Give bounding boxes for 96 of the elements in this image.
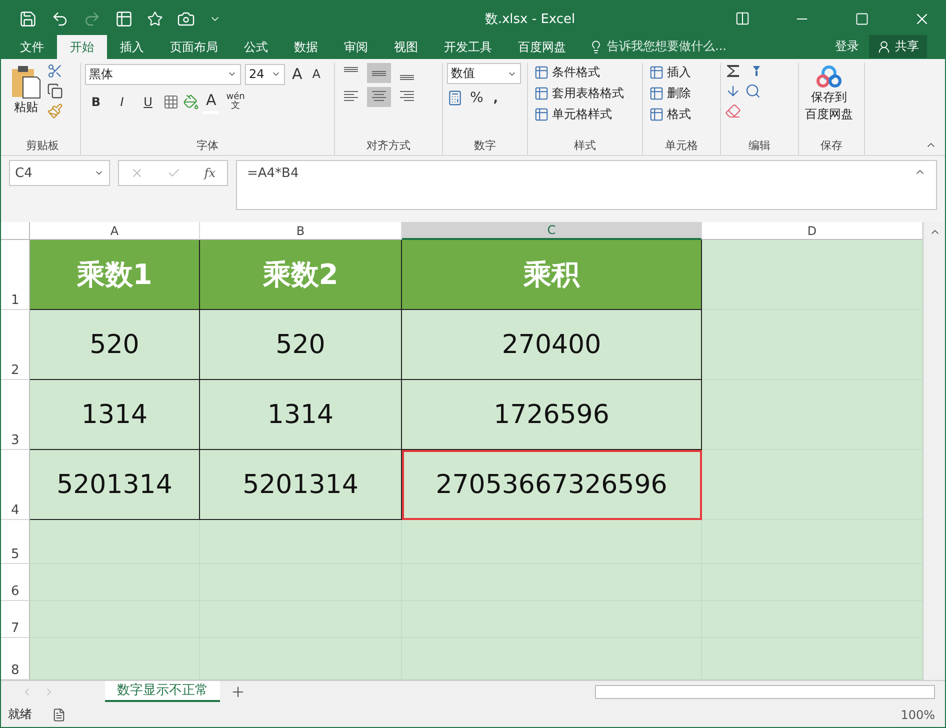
cloud-icon <box>816 65 842 89</box>
table-cell[interactable]: 5201314 <box>30 450 200 520</box>
phonetic-button[interactable]: wén 文 <box>223 90 248 112</box>
row-header[interactable]: 5 <box>1 520 30 564</box>
table-cell[interactable]: 520 <box>30 310 200 380</box>
row-header[interactable]: 7 <box>1 601 30 638</box>
name-box[interactable]: C4 <box>9 160 110 186</box>
column-header[interactable]: D <box>702 222 923 240</box>
search-icon[interactable] <box>745 83 761 99</box>
save-to-cloud-button[interactable]: 保存到 百度网盘 <box>803 63 855 138</box>
style-menu-button[interactable]: 条件格式 <box>532 63 626 82</box>
window-title: 数.xlsx - Excel <box>484 10 576 28</box>
sheet-tab[interactable]: 数字显示不正常 <box>105 681 220 702</box>
ribbon-display-icon[interactable] <box>734 11 750 26</box>
grow-font-button[interactable]: A <box>289 63 306 85</box>
row-header[interactable]: 4 <box>1 450 30 520</box>
style-menu-button[interactable]: 单元格样式 <box>532 105 626 124</box>
table-cell[interactable]: 520 <box>200 310 402 380</box>
table-icon[interactable] <box>649 86 664 101</box>
ribbon-tab[interactable]: 公式 <box>231 35 281 59</box>
group-label: 样式 <box>573 138 597 154</box>
paste-button[interactable]: 粘贴 <box>9 63 43 138</box>
table-cell[interactable]: 27053667326596 <box>402 450 702 520</box>
row-header[interactable]: 2 <box>1 310 30 380</box>
ribbon-tab[interactable]: 插入 <box>107 35 157 59</box>
row-header[interactable]: 3 <box>1 380 30 450</box>
cells-menu-button[interactable]: 删除 <box>647 84 693 103</box>
ribbon-tab[interactable]: 审阅 <box>331 35 381 59</box>
group-label: 对齐方式 <box>366 138 412 154</box>
table-icon[interactable] <box>649 107 664 122</box>
ribbon-tab[interactable]: 开始 <box>57 35 107 59</box>
column-header[interactable]: B <box>200 222 402 240</box>
group-label: 剪贴板 <box>25 138 60 154</box>
font-style-button[interactable]: U <box>137 92 159 110</box>
comma-button[interactable]: , <box>490 89 501 107</box>
row-header[interactable]: 1 <box>1 240 30 310</box>
ribbon-tab[interactable]: 视图 <box>381 35 431 59</box>
row-header[interactable]: 8 <box>1 638 30 680</box>
group-label: 字体 <box>196 138 220 154</box>
undo-icon[interactable] <box>51 10 69 28</box>
table-icon[interactable] <box>534 86 549 101</box>
border-icon[interactable] <box>163 94 179 110</box>
percent-button[interactable]: % <box>467 88 486 108</box>
cells-menu-button[interactable]: 格式 <box>647 105 693 124</box>
group-label: 单元格 <box>664 138 699 154</box>
table-cell[interactable]: 1726596 <box>402 380 702 450</box>
row-header[interactable]: 6 <box>1 564 30 601</box>
tell-me-field[interactable]: 告诉我您想要做什么... <box>607 38 726 55</box>
group-label: 数字 <box>473 138 497 154</box>
column-header[interactable]: C <box>402 222 702 240</box>
fill-color-icon[interactable] <box>183 94 199 110</box>
group-label: 保存 <box>820 138 844 154</box>
insert-function-button[interactable]: fx <box>204 166 216 180</box>
table-icon[interactable] <box>534 107 549 122</box>
table-icon[interactable] <box>649 65 664 80</box>
font-style-button[interactable]: I <box>111 92 133 110</box>
sign-in-link[interactable]: 登录 <box>825 38 869 59</box>
empty-cell[interactable] <box>402 520 702 564</box>
ribbon-tab[interactable]: 百度网盘 <box>505 35 579 59</box>
number-format-field[interactable]: 数值 <box>447 63 521 84</box>
font-size-field[interactable]: 24 <box>245 64 285 84</box>
share-button[interactable]: 共享 <box>869 35 927 58</box>
eraser-icon[interactable] <box>725 103 741 119</box>
scissors-icon[interactable] <box>47 63 63 79</box>
ribbon-tab[interactable]: 文件 <box>7 35 57 59</box>
sum-icon[interactable] <box>725 63 741 79</box>
table-icon[interactable] <box>534 65 549 80</box>
cells-menu-button[interactable]: 插入 <box>647 63 693 82</box>
ribbon-tab[interactable]: 页面布局 <box>157 35 231 59</box>
status-text: 就绪 <box>8 706 32 723</box>
star-icon[interactable] <box>147 10 163 26</box>
maximize-icon[interactable] <box>855 12 869 26</box>
font-name-field[interactable]: 黑体 <box>85 64 241 84</box>
empty-cell[interactable] <box>200 520 402 564</box>
ribbon-tab[interactable]: 开发工具 <box>431 35 505 59</box>
horizontal-scrollbar[interactable] <box>595 684 935 698</box>
table-cell[interactable]: 1314 <box>30 380 200 450</box>
fill-down-icon[interactable] <box>725 83 741 99</box>
copy-icon[interactable] <box>47 83 63 99</box>
zoom-level[interactable]: 100% <box>900 708 935 722</box>
camera-icon[interactable] <box>177 10 195 28</box>
style-menu-button[interactable]: 套用表格格式 <box>532 84 626 103</box>
formula-field[interactable]: =A4*B4 <box>236 160 937 210</box>
font-style-button[interactable]: B <box>85 92 107 110</box>
person-icon[interactable] <box>877 40 891 54</box>
save-icon[interactable] <box>19 10 37 28</box>
group-label: 编辑 <box>748 138 772 154</box>
table-cell[interactable]: 5201314 <box>200 450 402 520</box>
table-cell[interactable]: 1314 <box>200 380 402 450</box>
lightbulb-icon[interactable] <box>589 40 603 54</box>
table-cell[interactable]: 270400 <box>402 310 702 380</box>
font-color-button[interactable]: A <box>203 89 220 114</box>
shrink-font-button[interactable]: A <box>309 65 324 83</box>
ribbon-tab[interactable]: 数据 <box>281 35 331 59</box>
column-header[interactable]: A <box>30 222 200 240</box>
clipboard-icon <box>11 65 41 99</box>
